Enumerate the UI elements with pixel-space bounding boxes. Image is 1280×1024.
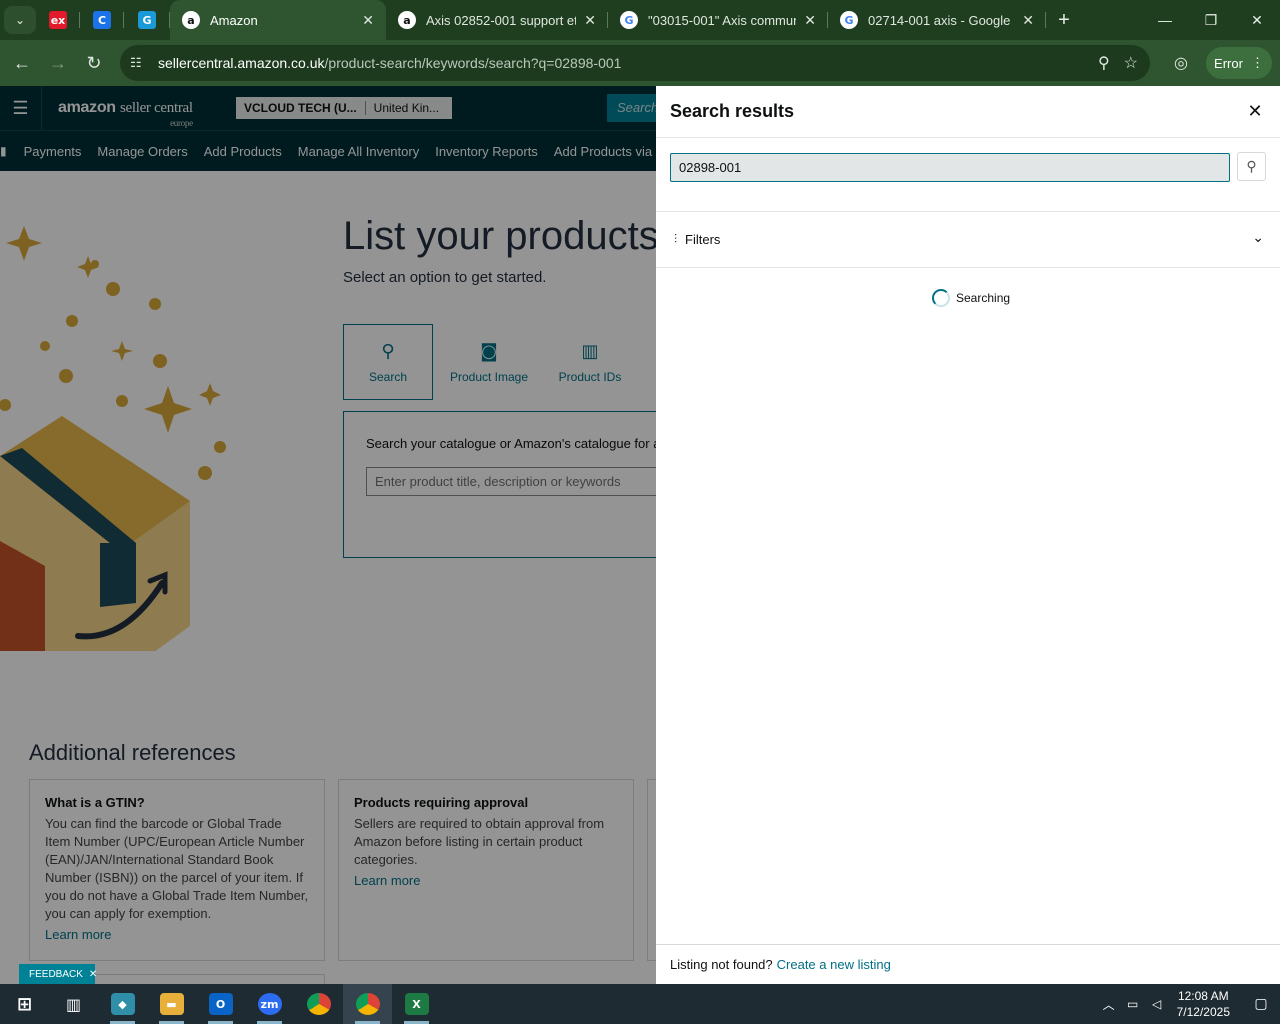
filters-label: Filters (685, 232, 721, 247)
browser-toolbar: ← → ↻ ☷ sellercentral.amazon.co.uk/produ… (0, 40, 1280, 86)
tab-title: 02714-001 axis - Google Se (868, 12, 1015, 28)
profile-icon[interactable]: ◎ (1168, 50, 1194, 76)
panel-header: Search results (656, 86, 1280, 138)
close-window-button[interactable]: ✕ (1234, 0, 1280, 40)
tab-google-search-1[interactable]: G "03015-001" Axis communic ✕ (608, 0, 828, 40)
windows-taskbar: ⊞ ▥ ◆ ▬ O zm X ︿ ▭ ◁ 12:08 AM 7/12/2025 … (0, 984, 1280, 1024)
excel-icon: X (404, 993, 429, 1015)
site-info-icon[interactable]: ☷ (130, 55, 154, 71)
taskbar-chrome-profile[interactable] (343, 984, 392, 1024)
zoom-icon: zm (257, 993, 282, 1015)
pinned-tab-1[interactable]: ex (36, 0, 80, 40)
file-explorer-icon: ▬ (159, 993, 184, 1015)
chevron-down-icon: ⌄ (1252, 230, 1264, 246)
taskbar-outlook[interactable]: O (196, 984, 245, 1024)
panel-search-input[interactable]: 02898-001 (670, 153, 1230, 182)
pinned-favicon-icon: C (93, 11, 111, 29)
pinned-favicon-icon: ex (49, 11, 67, 29)
url-path: /product-search/keywords/search?q=02898-… (324, 55, 622, 71)
tab-title: Axis 02852-001 support et b (426, 12, 577, 28)
filters-toggle[interactable]: ⫶ Filters ⌄ (656, 211, 1280, 268)
tab-google-search-2[interactable]: G 02714-001 axis - Google Se ✕ (828, 0, 1046, 40)
restore-button[interactable]: ❐ (1188, 0, 1234, 40)
filter-sliders-icon: ⫶ (674, 232, 678, 246)
reload-button[interactable]: ↻ (76, 45, 112, 81)
minimize-button[interactable]: — (1142, 0, 1188, 40)
google-favicon-icon: G (620, 11, 638, 29)
panel-search-button[interactable]: ⚲ (1237, 152, 1266, 181)
clock-date: 7/12/2025 (1176, 1005, 1230, 1019)
bookmark-star-icon[interactable]: ☆ (1124, 53, 1138, 73)
loading-spinner-icon (932, 289, 950, 307)
searching-label: Searching (956, 291, 1011, 305)
listing-not-found-text: Listing not found? (670, 957, 773, 972)
task-view-button[interactable]: ▥ (49, 984, 98, 1024)
google-favicon-icon: G (840, 11, 858, 29)
close-tab-icon[interactable]: ✕ (804, 12, 816, 29)
window-controls: — ❐ ✕ (1142, 0, 1280, 40)
taskbar-file-explorer[interactable]: ▬ (147, 984, 196, 1024)
back-button[interactable]: ← (4, 45, 40, 81)
tab-axis-support[interactable]: a Axis 02852-001 support et b ✕ (386, 0, 608, 40)
new-tab-button[interactable]: + (1046, 0, 1082, 40)
feedback-button[interactable]: FEEDBACK ✕ (19, 964, 97, 984)
start-icon: ⊞ (16, 993, 33, 1015)
panel-title: Search results (670, 101, 795, 121)
system-tray: ︿ ▭ ◁ 12:08 AM 7/12/2025 ▢ (1097, 984, 1280, 1024)
zoom-icon[interactable]: ⚲ (1098, 53, 1110, 73)
browser-tabstrip: ⌄ ex C G a Amazon ✕ a Axis 02852-001 sup… (0, 0, 1280, 40)
url-host: sellercentral.amazon.co.uk (158, 55, 325, 71)
error-label: Error (1214, 55, 1243, 71)
create-listing-link[interactable]: Create a new listing (777, 957, 891, 972)
task-view-icon: ▥ (65, 994, 82, 1014)
feedback-label: FEEDBACK (29, 968, 83, 980)
close-tab-icon[interactable]: ✕ (362, 12, 374, 29)
error-menu-button[interactable]: Error ⋮ (1206, 47, 1272, 79)
close-tab-icon[interactable]: ✕ (1022, 12, 1034, 29)
network-icon[interactable]: ▭ (1121, 997, 1145, 1011)
pinned-tab-3[interactable]: G (124, 0, 170, 40)
clock[interactable]: 12:08 AM 7/12/2025 (1177, 988, 1230, 1020)
tab-title: "03015-001" Axis communic (648, 12, 797, 28)
clock-time: 12:08 AM (1177, 989, 1229, 1003)
search-results-panel: Search results ✕ 02898-001 ⚲ ⫶ Filters ⌄… (656, 86, 1280, 984)
modal-backdrop[interactable] (0, 86, 656, 984)
address-bar[interactable]: ☷ sellercentral.amazon.co.uk/product-sea… (120, 45, 1150, 81)
seller-central-page: ☰ amazon seller central europe VCLOUD TE… (0, 86, 656, 984)
chevron-up-icon[interactable]: ︿ (1097, 996, 1121, 1013)
notifications-icon[interactable]: ▢ (1242, 996, 1280, 1012)
search-icon: ⚲ (1246, 158, 1257, 174)
start-button[interactable]: ⊞ (0, 984, 49, 1024)
pinned-favicon-icon: G (138, 11, 156, 29)
taskbar-excel[interactable]: X (392, 984, 441, 1024)
forward-button[interactable]: → (40, 45, 76, 81)
close-icon[interactable]: ✕ (89, 969, 97, 980)
tab-search-button[interactable]: ⌄ (4, 6, 36, 34)
outlook-icon: O (208, 993, 233, 1015)
close-tab-icon[interactable]: ✕ (584, 12, 596, 29)
amazon-favicon-icon: a (398, 11, 416, 29)
pinned-tab-2[interactable]: C (80, 0, 124, 40)
volume-muted-icon[interactable]: ◁ (1145, 997, 1169, 1011)
taskbar-chrome[interactable] (294, 984, 343, 1024)
chrome-profile-icon (355, 993, 380, 1015)
tab-amazon[interactable]: a Amazon ✕ (170, 0, 386, 40)
chrome-icon (306, 993, 331, 1015)
kebab-menu-icon: ⋮ (1250, 55, 1264, 70)
amazon-favicon-icon: a (182, 11, 200, 29)
taskbar-app-1[interactable]: ◆ (98, 984, 147, 1024)
taskbar-zoom[interactable]: zm (245, 984, 294, 1024)
panel-footer: Listing not found? Create a new listing (656, 944, 1280, 984)
searching-status: Searching (932, 289, 1010, 307)
tab-title: Amazon (210, 12, 258, 28)
close-panel-icon[interactable]: ✕ (1244, 100, 1266, 122)
app-diamond-icon: ◆ (110, 993, 135, 1015)
